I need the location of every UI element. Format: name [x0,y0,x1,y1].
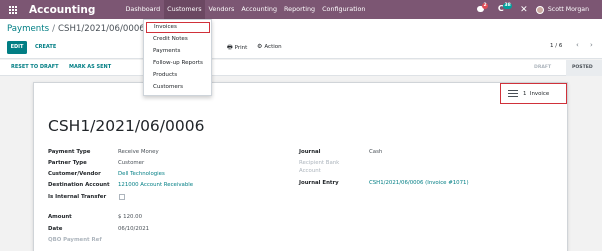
date-value[interactable]: 06/10/2021 [118,226,149,232]
user-menu[interactable]: Scott Morgan [548,6,589,13]
partner-type-value[interactable]: Customer [118,160,144,166]
form-sheet: 1 Invoice CSH1/2021/06/0006 Payment Type… [33,82,568,251]
pager-next-icon[interactable]: › [590,41,593,49]
pager-value[interactable]: 1 / 6 [550,43,562,49]
messages-badge: 2 [481,3,489,9]
breadcrumb-current: CSH1/2021/06/0006 [58,24,145,34]
partner-type-label: Partner Type [48,160,87,166]
action-label: Action [264,44,282,50]
dropdown-item-products[interactable]: Products [144,69,211,81]
journal-label: Journal [299,149,321,155]
journal-entry-label: Journal Entry [299,180,339,186]
breadcrumb-payments[interactable]: Payments [7,24,49,34]
payment-type-value[interactable]: Receive Money [118,149,159,155]
destination-account-link[interactable]: 121000 Account Receivable [118,182,193,188]
journal-entry-link[interactable]: CSH1/2021/06/0006 (Invoice #1071) [369,180,469,186]
customers-dropdown: Invoices Credit Notes Payments Follow-up… [143,19,212,96]
payment-type-label: Payment Type [48,149,91,155]
stage-draft: DRAFT [534,65,552,70]
menu-vendors[interactable]: Vendors [205,0,238,19]
invoice-count: 1 [523,90,527,97]
pager-previous-icon[interactable]: ‹ [576,41,579,49]
main-menu: Dashboard Customers Vendors Accounting R… [122,0,369,19]
apps-menu-icon[interactable] [6,0,20,19]
dropdown-item-customers[interactable]: Customers [144,81,211,93]
stage-posted: POSTED [566,60,602,76]
statusbar: RESET TO DRAFT MARK AS SENT DRAFT POSTED [0,60,602,76]
menu-reporting[interactable]: Reporting [281,0,319,19]
menu-configuration[interactable]: Configuration [319,0,369,19]
menu-customers[interactable]: Customers [163,0,206,19]
print-label: Print [234,45,248,51]
dropdown-item-payments[interactable]: Payments [144,45,211,57]
invoice-label: Invoice [529,90,550,97]
edit-button[interactable]: EDIT [7,41,27,54]
customer-vendor-link[interactable]: Dell Technologies [118,171,165,177]
activities-badge: 38 [502,3,513,9]
qbo-payment-ref-label: QBO Payment Ref [48,237,102,243]
dropdown-item-invoices[interactable]: Invoices [146,22,210,33]
list-icon [508,89,518,98]
close-icon[interactable]: ✕ [519,5,529,15]
internal-transfer-checkbox[interactable] [119,194,125,200]
app-title[interactable]: Accounting [29,4,97,16]
dropdown-item-follow-up-reports[interactable]: Follow-up Reports [144,57,211,69]
customer-vendor-label: Customer/Vendor [48,171,101,177]
dropdown-item-credit-notes[interactable]: Credit Notes [144,33,211,45]
messages-icon[interactable]: 2 [475,0,489,19]
mark-as-sent-button[interactable]: MARK AS SENT [69,64,111,70]
create-button[interactable]: CREATE [31,41,60,54]
control-panel: Payments / CSH1/2021/06/0006 EDIT CREATE 🖶… [0,19,602,59]
breadcrumb: Payments / CSH1/2021/06/0006 [7,24,145,34]
activities-icon[interactable]: C 38 [497,0,515,19]
record-title: CSH1/2021/06/0006 [48,117,205,135]
internal-transfer-label: Is Internal Transfer [48,194,107,200]
amount-label: Amount [48,214,72,220]
print-icon: 🖶 [227,44,233,51]
menu-accounting[interactable]: Accounting [238,0,281,19]
amount-value[interactable]: $ 120.00 [118,214,142,220]
journal-value[interactable]: Cash [369,149,382,155]
date-label: Date [48,226,63,232]
top-navbar: Accounting Dashboard Customers Vendors A… [0,0,602,19]
destination-account-label: Destination Account [48,182,110,188]
breadcrumb-separator: / [52,24,56,34]
action-button[interactable]: ⚙ Action [257,43,282,50]
recipient-bank-account-label: Recipient Bank Account [299,160,340,174]
user-avatar[interactable] [535,5,544,14]
invoice-smart-button[interactable]: 1 Invoice [500,83,567,104]
reset-to-draft-button[interactable]: RESET TO DRAFT [11,64,59,70]
gear-icon: ⚙ [257,43,263,50]
print-button[interactable]: 🖶 Print [227,43,247,53]
menu-dashboard[interactable]: Dashboard [122,0,164,19]
